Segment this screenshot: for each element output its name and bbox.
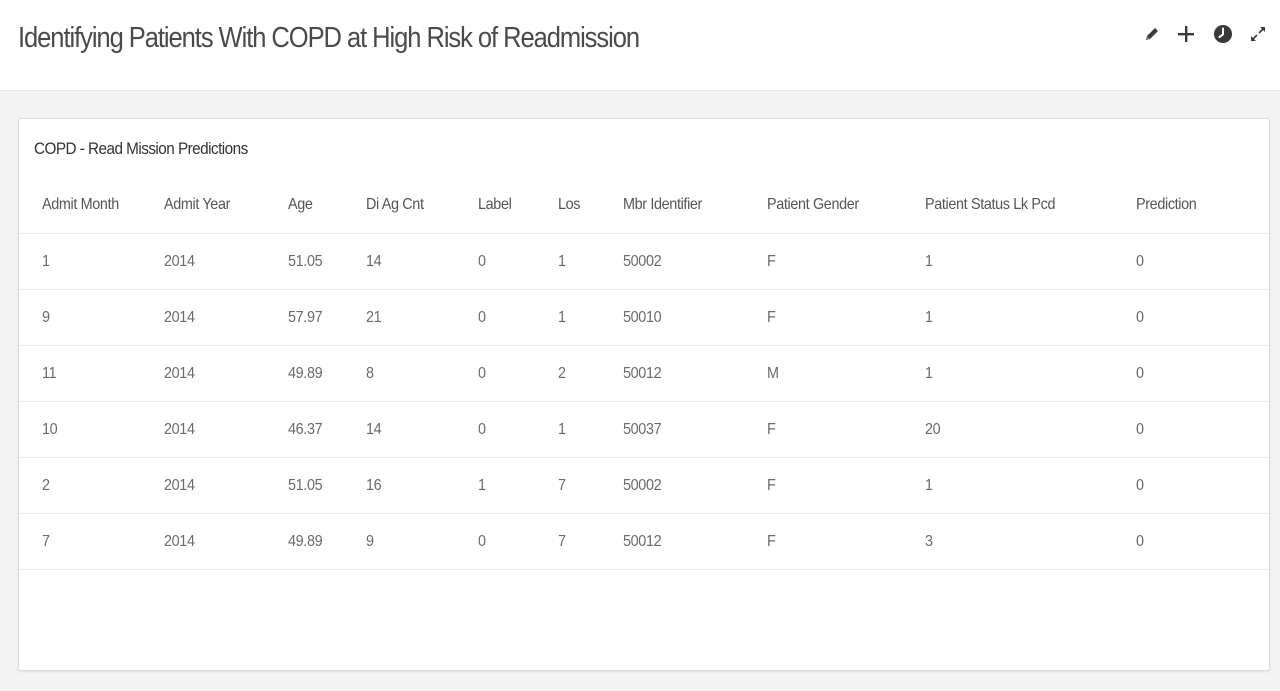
card-title: COPD - Read Mission Predictions <box>34 139 248 158</box>
table-cell: 46.37 <box>288 401 366 458</box>
column-header[interactable]: Patient Status Lk Pcd <box>925 177 1136 234</box>
table-cell: 0 <box>478 233 558 290</box>
table-cell: 20 <box>925 401 1136 458</box>
page-title: Identifying Patients With COPD at High R… <box>18 22 640 54</box>
predictions-card: COPD - Read Mission Predictions Admit Mo… <box>18 118 1270 671</box>
table-row[interactable]: 2 2014 51.05 16 1 7 50002 F 1 0 <box>19 457 1269 514</box>
table-cell: 0 <box>1136 401 1269 458</box>
table-cell: 3 <box>925 513 1136 570</box>
table-cell: M <box>767 345 925 402</box>
plus-icon <box>1178 26 1194 42</box>
table-cell: 14 <box>366 233 478 290</box>
table-cell: 0 <box>1136 513 1269 570</box>
predictions-table: Admit Month Admit Year Age Di Ag Cnt Lab… <box>19 177 1269 570</box>
table-cell: 21 <box>366 289 478 346</box>
add-button[interactable] <box>1172 18 1200 50</box>
expand-icon <box>1251 27 1265 41</box>
column-header[interactable]: Admit Month <box>19 177 164 234</box>
table-cell: 1 <box>19 233 164 290</box>
column-header[interactable]: Prediction <box>1136 177 1269 234</box>
column-header[interactable]: Label <box>478 177 558 234</box>
table-cell: 1 <box>925 233 1136 290</box>
table-cell: 49.89 <box>288 345 366 402</box>
table-cell: 1 <box>925 345 1136 402</box>
table-row[interactable]: 7 2014 49.89 9 0 7 50012 F 3 0 <box>19 513 1269 570</box>
table-cell: 2 <box>558 345 623 402</box>
table-cell: 51.05 <box>288 457 366 514</box>
table-cell: 50010 <box>623 289 767 346</box>
table-cell: 51.05 <box>288 233 366 290</box>
table-cell: 2 <box>19 457 164 514</box>
table-cell: 1 <box>478 457 558 514</box>
table-row[interactable]: 10 2014 46.37 14 0 1 50037 F 20 0 <box>19 401 1269 458</box>
table-cell: 2014 <box>164 457 288 514</box>
table-cell: F <box>767 233 925 290</box>
table-cell: 2014 <box>164 233 288 290</box>
table-cell: F <box>767 289 925 346</box>
table-cell: 7 <box>19 513 164 570</box>
fullscreen-button[interactable] <box>1244 18 1272 50</box>
table-cell: 1 <box>558 289 623 346</box>
table-cell: 16 <box>366 457 478 514</box>
table-cell: 1 <box>925 457 1136 514</box>
table-cell: 0 <box>1136 233 1269 290</box>
edit-button[interactable] <box>1138 18 1166 50</box>
table-cell: 9 <box>19 289 164 346</box>
table-cell: 57.97 <box>288 289 366 346</box>
table-cell: 0 <box>1136 457 1269 514</box>
table-cell: 10 <box>19 401 164 458</box>
table-cell: F <box>767 513 925 570</box>
table-cell: 0 <box>1136 345 1269 402</box>
table-row[interactable]: 1 2014 51.05 14 0 1 50002 F 1 0 <box>19 233 1269 290</box>
table-row[interactable]: 9 2014 57.97 21 0 1 50010 F 1 0 <box>19 289 1269 346</box>
table-cell: 1 <box>925 289 1136 346</box>
table-cell: 50002 <box>623 233 767 290</box>
table-cell: 50037 <box>623 401 767 458</box>
page-header: Identifying Patients With COPD at High R… <box>0 0 1280 91</box>
column-header[interactable]: Patient Gender <box>767 177 925 234</box>
table-cell: 8 <box>366 345 478 402</box>
table-cell: 0 <box>478 401 558 458</box>
table-cell: 7 <box>558 513 623 570</box>
table-cell: 0 <box>1136 289 1269 346</box>
table-cell: 50012 <box>623 513 767 570</box>
table-cell: 1 <box>558 233 623 290</box>
table-row[interactable]: 11 2014 49.89 8 0 2 50012 M 1 0 <box>19 345 1269 402</box>
table-cell: F <box>767 457 925 514</box>
table-cell: 9 <box>366 513 478 570</box>
history-button[interactable] <box>1209 18 1237 50</box>
table-cell: 2014 <box>164 289 288 346</box>
pencil-icon <box>1146 28 1158 40</box>
clock-icon <box>1214 25 1232 43</box>
table-cell: 2014 <box>164 345 288 402</box>
table-cell: 50012 <box>623 345 767 402</box>
table-cell: 49.89 <box>288 513 366 570</box>
table-cell: 0 <box>478 289 558 346</box>
column-header[interactable]: Di Ag Cnt <box>366 177 478 234</box>
table-cell: 2014 <box>164 513 288 570</box>
table-cell: 50002 <box>623 457 767 514</box>
column-header[interactable]: Age <box>288 177 366 234</box>
table-header-row: Admit Month Admit Year Age Di Ag Cnt Lab… <box>19 177 1269 234</box>
table-cell: 0 <box>478 345 558 402</box>
column-header[interactable]: Admit Year <box>164 177 288 234</box>
column-header[interactable]: Los <box>558 177 623 234</box>
table-cell: 14 <box>366 401 478 458</box>
table-cell: 11 <box>19 345 164 402</box>
column-header[interactable]: Mbr Identifier <box>623 177 767 234</box>
table-cell: 0 <box>478 513 558 570</box>
header-toolbar <box>1130 18 1280 50</box>
table-cell: 2014 <box>164 401 288 458</box>
table-cell: F <box>767 401 925 458</box>
table-cell: 1 <box>558 401 623 458</box>
table-cell: 7 <box>558 457 623 514</box>
